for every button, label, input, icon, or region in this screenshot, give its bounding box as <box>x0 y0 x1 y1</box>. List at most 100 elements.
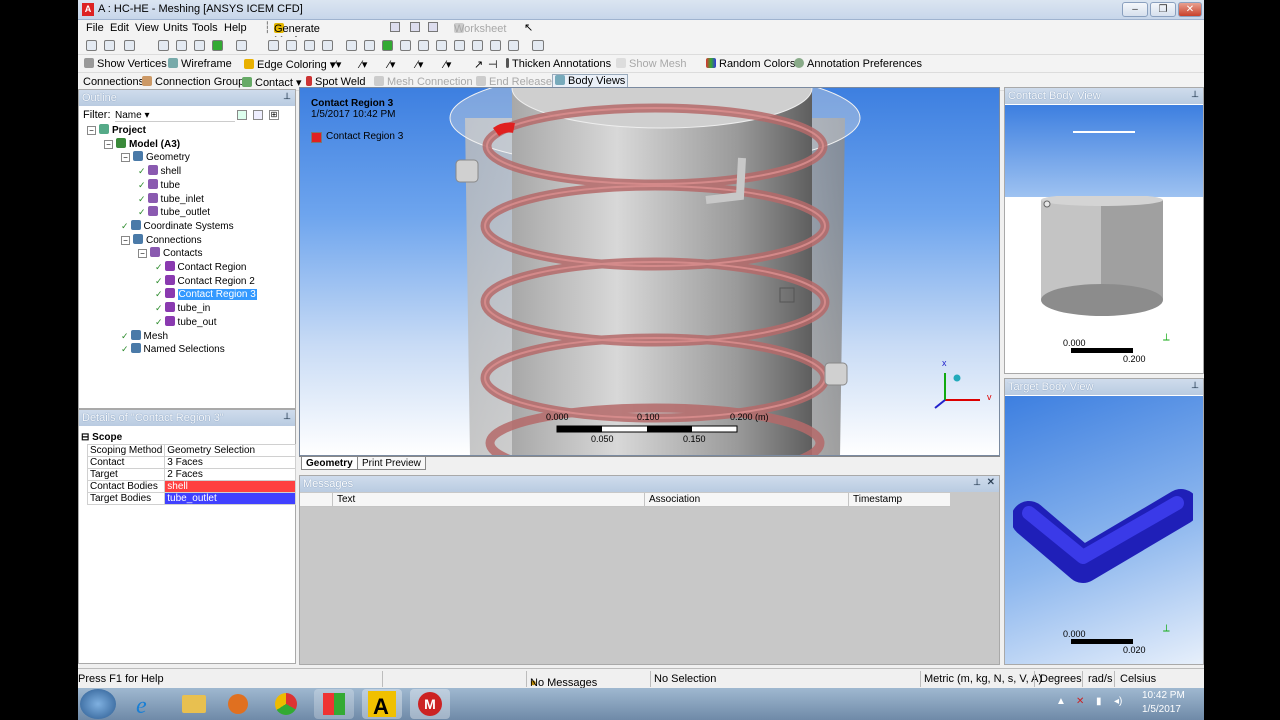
show-mesh-button[interactable]: Show Mesh <box>616 58 686 70</box>
contact-body-view[interactable]: Contact Body View ⊥ 0.000 0.200 ⟂ <box>1004 87 1204 374</box>
tree-item[interactable]: − Geometry <box>121 151 190 164</box>
random-colors-button[interactable]: Random Colors <box>706 58 795 70</box>
minimize-button[interactable]: – <box>1122 2 1148 17</box>
column-text[interactable]: Text <box>332 493 644 507</box>
zoom-out-icon[interactable] <box>382 40 393 51</box>
status-units[interactable]: Metric (m, kg, N, s, V, A) <box>924 673 1042 685</box>
tree-item[interactable]: ✓ tube_in <box>155 302 210 315</box>
collapse-toggle-icon[interactable]: − <box>104 139 113 149</box>
pin-icon[interactable]: ⊥ <box>1191 380 1199 391</box>
tray-network-icon[interactable]: ▮ <box>1096 696 1102 707</box>
wireframe-button[interactable]: Wireframe <box>168 58 232 70</box>
tray-arrow-icon[interactable]: ▲ <box>1056 696 1066 707</box>
edge-options-1[interactable]: ⁄▾ <box>334 58 341 71</box>
details-row[interactable]: Target Bodies tube_outlet <box>86 492 296 505</box>
edge-options-4[interactable]: ⁄▾ <box>416 58 423 71</box>
graph-icon[interactable] <box>390 22 400 32</box>
tree-item[interactable]: ✓ Contact Region <box>155 261 246 274</box>
tree-item[interactable]: ✓ tube <box>138 178 180 192</box>
close-button[interactable]: ✕ <box>1178 2 1202 17</box>
tree-item[interactable]: ✓ tube_inlet <box>138 192 204 206</box>
edge-options-5[interactable]: ⁄▾ <box>444 58 451 71</box>
status-temp[interactable]: Celsius <box>1120 673 1156 685</box>
body-views-button[interactable]: Body Views <box>552 74 629 88</box>
collapse-toggle-icon[interactable]: − <box>87 126 96 135</box>
connection-group-button[interactable]: Connection Group <box>142 76 244 88</box>
previous-view-icon[interactable] <box>418 40 429 51</box>
column-association[interactable]: Association <box>644 493 848 507</box>
maximize-button[interactable]: ❐ <box>1150 2 1176 17</box>
scope-section[interactable]: ⊟ Scope <box>81 432 122 443</box>
zoom-fit-icon[interactable] <box>346 40 357 51</box>
target-body-view[interactable]: Target Body View ⊥ 0.000 0.020 ⟂ <box>1004 378 1204 665</box>
body-select-icon[interactable] <box>194 40 205 51</box>
clock-date[interactable]: 1/5/2017 <box>1142 704 1181 715</box>
clock-time[interactable]: 10:42 PM <box>1142 690 1185 701</box>
show-vertices-button[interactable]: Show Vertices <box>84 58 167 70</box>
ansys-icon[interactable]: A <box>362 689 402 719</box>
edge-options-2[interactable]: ⁄▾ <box>360 58 367 71</box>
tab-geometry[interactable]: Geometry <box>301 457 358 470</box>
rotate-icon[interactable] <box>268 40 279 51</box>
box-zoom-icon[interactable] <box>322 40 333 51</box>
extend-menu-icon[interactable] <box>236 40 247 51</box>
tree-item[interactable]: − Connections <box>121 233 202 247</box>
magnifier-icon[interactable] <box>400 40 411 51</box>
status-rate[interactable]: rad/s <box>1088 673 1112 685</box>
lock-view-icon[interactable] <box>490 40 501 51</box>
tag-icon[interactable] <box>508 40 519 51</box>
status-angle[interactable]: Degrees <box>1040 673 1082 685</box>
extend-select-icon[interactable] <box>212 40 223 51</box>
workbench-icon[interactable] <box>314 689 354 719</box>
zoom-in-icon[interactable] <box>364 40 375 51</box>
collapse-toggle-icon[interactable]: − <box>121 153 130 163</box>
cursor-icon[interactable]: ↖ <box>524 21 533 34</box>
tree-item[interactable]: ✓ Contact Region 2 <box>155 274 255 288</box>
filter-dropdown[interactable]: Name ▾ <box>115 110 235 122</box>
start-button[interactable] <box>80 689 116 719</box>
tree-options-icon[interactable]: ⊞ <box>269 110 279 120</box>
menu-tools[interactable]: Tools <box>192 22 218 34</box>
details-row[interactable]: Contact 3 Faces <box>86 456 296 469</box>
edge-coloring-dropdown[interactable]: Edge Coloring ▾ <box>244 58 335 71</box>
collapse-toggle-icon[interactable]: − <box>121 235 130 245</box>
set-view-icon[interactable] <box>472 40 483 51</box>
select-mode-icon[interactable] <box>86 40 97 51</box>
edge-options-7[interactable]: ⊣ <box>488 58 498 71</box>
menu-units[interactable]: Units <box>163 22 188 34</box>
media-player-icon[interactable] <box>218 689 258 719</box>
edge-options-3[interactable]: ⁄▾ <box>388 58 395 71</box>
tree-item[interactable]: ✓ Contact Region 3 <box>155 288 257 301</box>
meshing-app-icon[interactable]: M <box>410 689 450 719</box>
ie-icon[interactable]: e <box>126 689 166 719</box>
tree-item[interactable]: ✓ tube_outlet <box>138 206 210 219</box>
tab-print-preview[interactable]: Print Preview <box>357 457 426 470</box>
viewport-layout-icon[interactable] <box>532 40 544 51</box>
chrome-icon[interactable] <box>266 689 306 719</box>
collapse-toggle-icon[interactable]: − <box>138 249 147 259</box>
tree-item[interactable]: ✓ shell <box>138 165 181 178</box>
close-icon[interactable]: ✕ <box>987 477 995 488</box>
tree-item[interactable]: ✓ tube_out <box>155 315 216 329</box>
thicken-annotations-button[interactable]: Thicken Annotations <box>506 58 611 70</box>
annotation-preferences-button[interactable]: Annotation Preferences <box>794 58 922 70</box>
tree-item[interactable]: ✓ Mesh <box>121 329 168 343</box>
menu-file[interactable]: File <box>86 22 104 34</box>
vertex-select-icon[interactable] <box>104 40 115 51</box>
tree-item[interactable]: ✓ Coordinate Systems <box>121 219 234 233</box>
details-row[interactable]: Target 2 Faces <box>86 468 296 481</box>
edge-options-6[interactable]: ↗ <box>474 58 483 71</box>
pin-icon[interactable]: ⊥ <box>283 91 291 102</box>
pan-icon[interactable] <box>286 40 297 51</box>
menu-help[interactable]: Help <box>224 22 247 34</box>
menu-edit[interactable]: Edit <box>110 22 129 34</box>
tree-item[interactable]: − Project <box>87 124 146 137</box>
pin-icon[interactable]: ⊥ <box>973 477 981 488</box>
pin-icon[interactable]: ⊥ <box>283 411 291 422</box>
column-timestamp[interactable]: Timestamp <box>848 493 948 507</box>
tray-flag-icon[interactable]: ✕ <box>1076 696 1084 707</box>
pin-icon[interactable]: ⊥ <box>1191 89 1199 100</box>
layout-icon[interactable] <box>428 22 438 32</box>
expand-tree-icon[interactable] <box>237 110 247 120</box>
report-icon[interactable] <box>410 22 420 32</box>
